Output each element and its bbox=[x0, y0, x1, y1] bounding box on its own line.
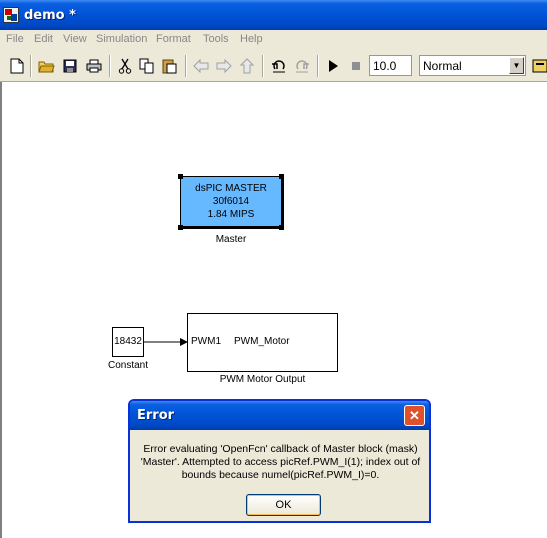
constant-block-label[interactable]: Constant bbox=[98, 360, 158, 371]
master-block-line-1: dsPIC MASTER bbox=[195, 183, 267, 194]
stop-time-input[interactable]: 10.0 bbox=[369, 55, 412, 76]
constant-block[interactable]: 18432 bbox=[112, 327, 144, 357]
simulink-app-icon[interactable] bbox=[3, 7, 19, 23]
selection-handle[interactable] bbox=[178, 225, 183, 230]
pwm-input-port-label: PWM1 bbox=[191, 336, 221, 347]
toolbar-separator bbox=[185, 55, 187, 77]
menu-tools[interactable]: Tools bbox=[203, 33, 229, 45]
toolbar-separator bbox=[317, 55, 319, 77]
cut-icon[interactable] bbox=[114, 55, 136, 77]
stop-simulation-icon[interactable] bbox=[345, 55, 367, 77]
signal-line[interactable] bbox=[144, 337, 190, 347]
master-block[interactable]: dsPIC MASTER 30f6014 1.84 MIPS bbox=[180, 176, 282, 227]
selection-handle[interactable] bbox=[178, 174, 183, 179]
close-icon[interactable]: ✕ bbox=[404, 405, 425, 426]
constant-value: 18432 bbox=[114, 336, 142, 347]
master-block-line-3: 1.84 MIPS bbox=[207, 209, 255, 220]
print-icon[interactable] bbox=[83, 55, 105, 77]
title-bar[interactable]: demo * bbox=[0, 0, 547, 30]
chevron-down-icon[interactable]: ▼ bbox=[509, 57, 524, 74]
window-title: demo * bbox=[24, 8, 76, 23]
selection-handle[interactable] bbox=[279, 174, 284, 179]
menu-view[interactable]: View bbox=[63, 33, 87, 45]
menu-help[interactable]: Help bbox=[240, 33, 263, 45]
toolbar-separator bbox=[30, 55, 32, 77]
toolbar-separator bbox=[262, 55, 264, 77]
back-arrow-icon[interactable] bbox=[190, 55, 212, 77]
master-block-label[interactable]: Master bbox=[196, 234, 266, 245]
menu-format[interactable]: Format bbox=[156, 33, 191, 45]
copy-icon[interactable] bbox=[136, 55, 158, 77]
menu-bar: File Edit View Simulation Format Tools H… bbox=[0, 30, 547, 49]
save-icon[interactable] bbox=[59, 55, 81, 77]
error-dialog: Error ✕ Error evaluating 'OpenFcn' callb… bbox=[128, 399, 431, 523]
up-arrow-icon[interactable] bbox=[236, 55, 258, 77]
menu-simulation[interactable]: Simulation bbox=[96, 33, 147, 45]
toolbar-separator bbox=[109, 55, 111, 77]
dialog-title: Error bbox=[137, 408, 175, 423]
pwm-motor-output-block[interactable]: PWM1 PWM_Motor bbox=[187, 313, 338, 372]
undo-icon[interactable] bbox=[268, 55, 290, 77]
selection-handle[interactable] bbox=[279, 225, 284, 230]
new-model-icon[interactable] bbox=[6, 55, 28, 77]
error-message: Error evaluating 'OpenFcn' callback of M… bbox=[140, 443, 421, 481]
library-browser-icon[interactable] bbox=[529, 55, 547, 77]
redo-icon[interactable] bbox=[291, 55, 313, 77]
ok-button[interactable]: OK bbox=[246, 494, 321, 516]
pwm-block-name: PWM_Motor bbox=[234, 336, 290, 347]
paste-icon[interactable] bbox=[159, 55, 181, 77]
simulation-mode-value: Normal bbox=[423, 59, 462, 73]
start-simulation-icon[interactable] bbox=[322, 55, 344, 77]
pwm-block-label[interactable]: PWM Motor Output bbox=[200, 374, 325, 385]
menu-edit[interactable]: Edit bbox=[34, 33, 53, 45]
open-folder-icon[interactable] bbox=[35, 55, 57, 77]
dialog-title-bar[interactable]: Error ✕ bbox=[130, 401, 429, 430]
master-block-line-2: 30f6014 bbox=[212, 196, 250, 207]
forward-arrow-icon[interactable] bbox=[213, 55, 235, 77]
menu-file[interactable]: File bbox=[6, 33, 24, 45]
simulation-mode-select[interactable]: Normal ▼ bbox=[419, 55, 526, 76]
